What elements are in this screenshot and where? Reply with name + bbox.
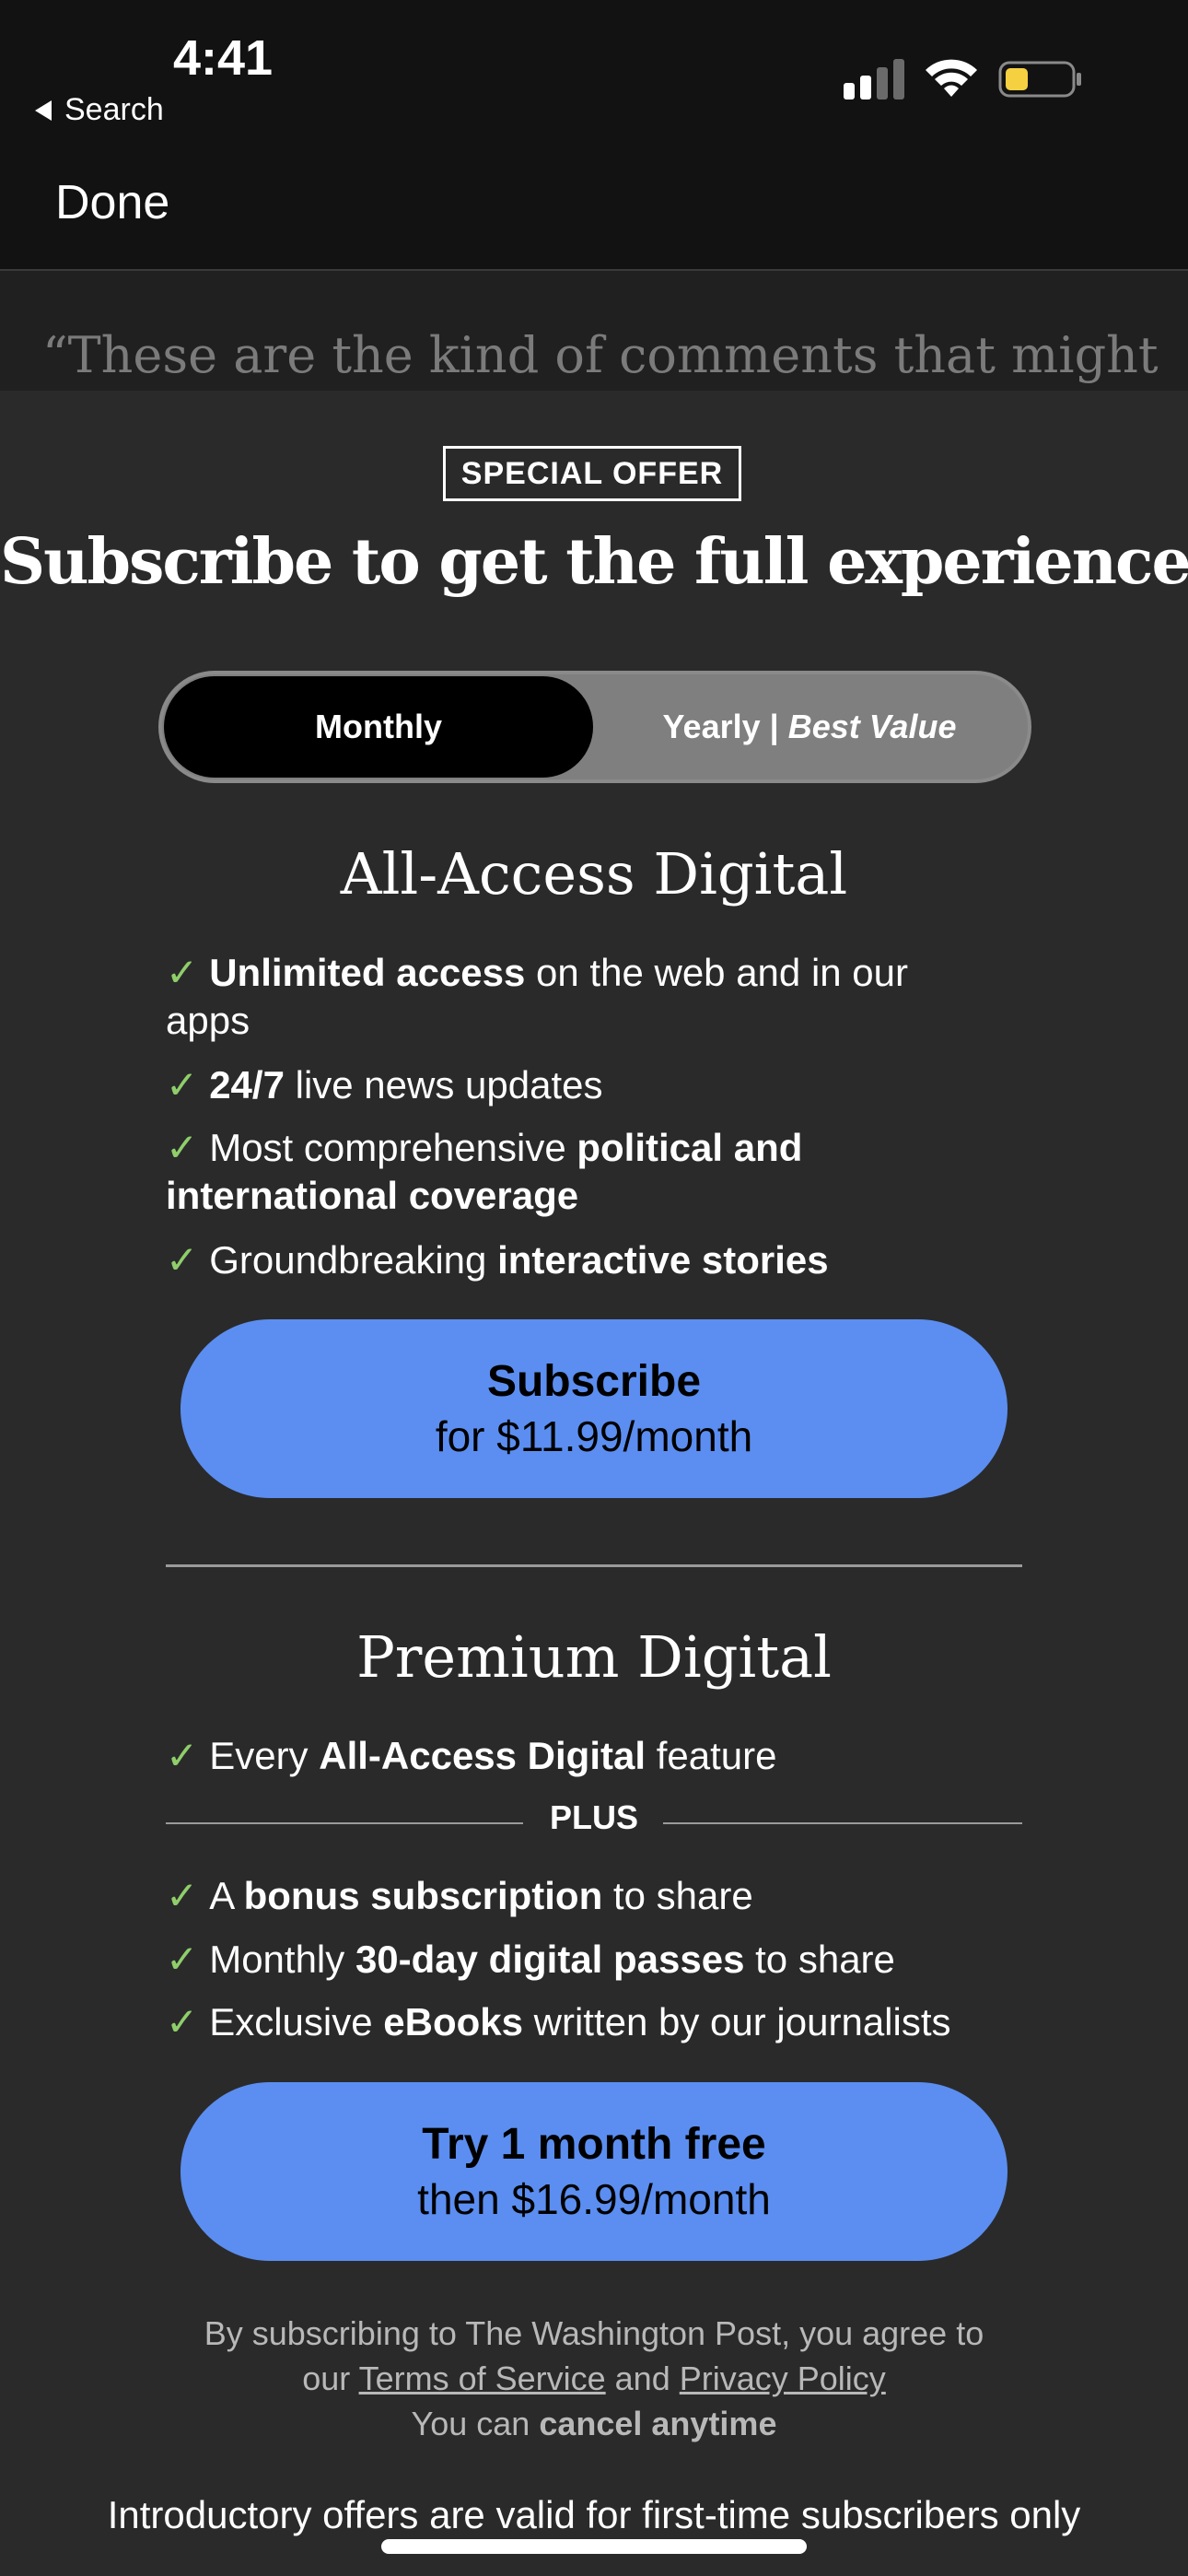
checkmark-icon: ✓ bbox=[166, 1126, 199, 1169]
legal-line: our Terms of Service and Privacy Policy bbox=[302, 2359, 886, 2397]
best-value-label: Best Value bbox=[787, 708, 957, 745]
plus-label: PLUS bbox=[549, 1798, 638, 1836]
plus-rule-left bbox=[166, 1822, 523, 1824]
status-time: 4:41 bbox=[173, 30, 274, 86]
feature-item: ✓ Every All-Access Digital feature bbox=[166, 1734, 777, 1777]
toggle-monthly[interactable]: Monthly bbox=[164, 676, 593, 778]
checkmark-icon: ✓ bbox=[166, 1874, 199, 1917]
feature-item: ✓ 24/7 live news updates bbox=[166, 1063, 603, 1107]
checkmark-icon: ✓ bbox=[166, 1238, 199, 1282]
feature-item: ✓ Groundbreaking interactive stories bbox=[166, 1238, 829, 1282]
back-arrow-icon bbox=[35, 100, 52, 121]
cancel-anytime: cancel anytime bbox=[539, 2405, 777, 2442]
toggle-yearly-label: Yearly | bbox=[662, 708, 779, 745]
privacy-policy-link[interactable]: Privacy Policy bbox=[680, 2359, 886, 2397]
home-indicator[interactable] bbox=[381, 2539, 807, 2554]
subscribe-button[interactable]: Subscribe for $11.99/month bbox=[181, 1319, 1007, 1498]
free-trial-label: Try 1 month free bbox=[422, 2120, 766, 2169]
wifi-icon bbox=[926, 59, 977, 97]
back-to-search[interactable]: Search bbox=[35, 92, 164, 128]
feature-item: ✓ Monthly 30-day digital passes to share bbox=[166, 1938, 895, 1981]
plan-title-all-access: All-Access Digital bbox=[340, 840, 848, 907]
battery-icon bbox=[998, 61, 1081, 98]
feature-item: ✓ Most comprehensive political and intern… bbox=[166, 1126, 803, 1217]
status-bar: 4:41 Search bbox=[0, 0, 1188, 138]
subscribe-label: Subscribe bbox=[486, 1357, 702, 1406]
plan-divider bbox=[166, 1564, 1022, 1567]
legal-line: You can cancel anytime bbox=[411, 2405, 777, 2442]
nav-bar: Done bbox=[0, 138, 1188, 271]
plus-rule-right bbox=[663, 1822, 1022, 1824]
free-trial-price: then $16.99/month bbox=[417, 2175, 771, 2223]
cellular-signal-icon bbox=[844, 59, 904, 100]
checkmark-icon: ✓ bbox=[166, 1938, 199, 1981]
feature-item: ✓ Exclusive eBooks written by our journal… bbox=[166, 2000, 951, 2043]
checkmark-icon: ✓ bbox=[166, 2000, 199, 2043]
free-trial-button[interactable]: Try 1 month free then $16.99/month bbox=[181, 2082, 1007, 2261]
terms-of-service-link[interactable]: Terms of Service bbox=[359, 2359, 606, 2397]
feature-item: ✓ Unlimited access on the web and in our … bbox=[166, 951, 909, 1042]
back-label: Search bbox=[64, 92, 164, 127]
legal-text: By subscribing to The Washington Post, y… bbox=[0, 2311, 1188, 2446]
article-preview-text: “These are the kind of comments that mig… bbox=[42, 326, 1159, 384]
legal-line: By subscribing to The Washington Post, y… bbox=[204, 2314, 984, 2352]
intro-offer-note: Introductory offers are valid for first-… bbox=[107, 2493, 1081, 2536]
plan-title-premium: Premium Digital bbox=[356, 1623, 832, 1691]
feature-item: ✓ A bonus subscription to share bbox=[166, 1874, 753, 1917]
special-offer-badge: SPECIAL OFFER bbox=[443, 446, 741, 501]
subscribe-price: for $11.99/month bbox=[435, 1412, 753, 1460]
checkmark-icon: ✓ bbox=[166, 951, 199, 994]
article-preview: “These are the kind of comments that mig… bbox=[0, 271, 1188, 391]
toggle-yearly[interactable]: Yearly | Best Value bbox=[593, 676, 1026, 778]
checkmark-icon: ✓ bbox=[166, 1734, 199, 1777]
done-button[interactable]: Done bbox=[55, 175, 169, 230]
paywall-headline: Subscribe to get the full experience. bbox=[0, 525, 1188, 599]
checkmark-icon: ✓ bbox=[166, 1063, 199, 1107]
